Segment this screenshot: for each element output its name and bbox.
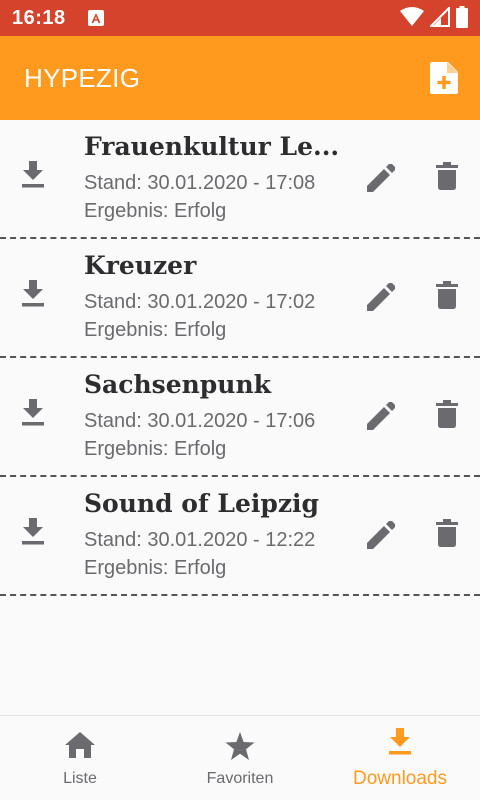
bottom-navigation: Liste Favoriten Downloads: [0, 715, 480, 800]
nav-item-favoriten[interactable]: Favoriten: [160, 716, 320, 800]
item-title: Sound of Leipzig: [84, 489, 320, 518]
battery-icon: [456, 6, 468, 28]
app-title: HYPEZIG: [24, 62, 141, 93]
status-icons: [400, 6, 468, 28]
star-icon: [225, 732, 255, 760]
download-icon[interactable]: [21, 518, 45, 546]
home-icon: [65, 732, 95, 758]
item-title: Frauenkultur Le...: [84, 132, 340, 161]
wifi-icon: [400, 7, 424, 26]
list-item[interactable]: Kreuzer Stand: 30.01.2020 - 17:02 Ergebn…: [0, 239, 480, 358]
trash-icon[interactable]: [436, 281, 458, 309]
edit-icon[interactable]: [367, 164, 395, 192]
item-stand: Stand: 30.01.2020 - 17:06: [84, 410, 316, 432]
nav-label-downloads: Downloads: [353, 768, 447, 789]
signal-icon: [430, 7, 450, 27]
app-bar: HYPEZIG: [0, 36, 480, 120]
list-item[interactable]: Sound of Leipzig Stand: 30.01.2020 - 12:…: [0, 477, 480, 596]
item-stand: Stand: 30.01.2020 - 17:02: [84, 291, 316, 313]
list-item[interactable]: Sachsenpunk Stand: 30.01.2020 - 17:06 Er…: [0, 358, 480, 477]
trash-icon[interactable]: [436, 162, 458, 190]
add-file-icon[interactable]: [430, 62, 458, 94]
item-result: Ergebnis: Erfolg: [84, 438, 227, 460]
nav-item-downloads[interactable]: Downloads: [320, 716, 480, 800]
download-list: Frauenkultur Le... Stand: 30.01.2020 - 1…: [0, 120, 480, 596]
edit-icon[interactable]: [367, 283, 395, 311]
download-icon[interactable]: [21, 280, 45, 308]
item-stand: Stand: 30.01.2020 - 12:22: [84, 529, 316, 551]
app-notification-icon: [87, 10, 104, 26]
trash-icon[interactable]: [436, 519, 458, 547]
edit-icon[interactable]: [367, 402, 395, 430]
download-icon[interactable]: [21, 399, 45, 427]
trash-icon[interactable]: [436, 400, 458, 428]
nav-label-liste: Liste: [63, 770, 97, 787]
download-icon[interactable]: [21, 161, 45, 189]
item-result: Ergebnis: Erfolg: [84, 319, 227, 341]
nav-label-favoriten: Favoriten: [206, 770, 274, 787]
download-icon: [389, 728, 411, 755]
item-result: Ergebnis: Erfolg: [84, 200, 227, 222]
item-title: Kreuzer: [84, 251, 197, 280]
list-item[interactable]: Frauenkultur Le... Stand: 30.01.2020 - 1…: [0, 120, 480, 239]
app-screen: 16:18 HYPEZIG Frauenkultur Le... Stand:: [0, 0, 480, 800]
edit-icon[interactable]: [367, 521, 395, 549]
nav-item-liste[interactable]: Liste: [0, 716, 160, 800]
item-result: Ergebnis: Erfolg: [84, 557, 227, 579]
status-time: 16:18: [12, 6, 66, 29]
item-title: Sachsenpunk: [84, 370, 271, 399]
item-stand: Stand: 30.01.2020 - 17:08: [84, 172, 316, 194]
status-bar: 16:18: [0, 0, 480, 36]
